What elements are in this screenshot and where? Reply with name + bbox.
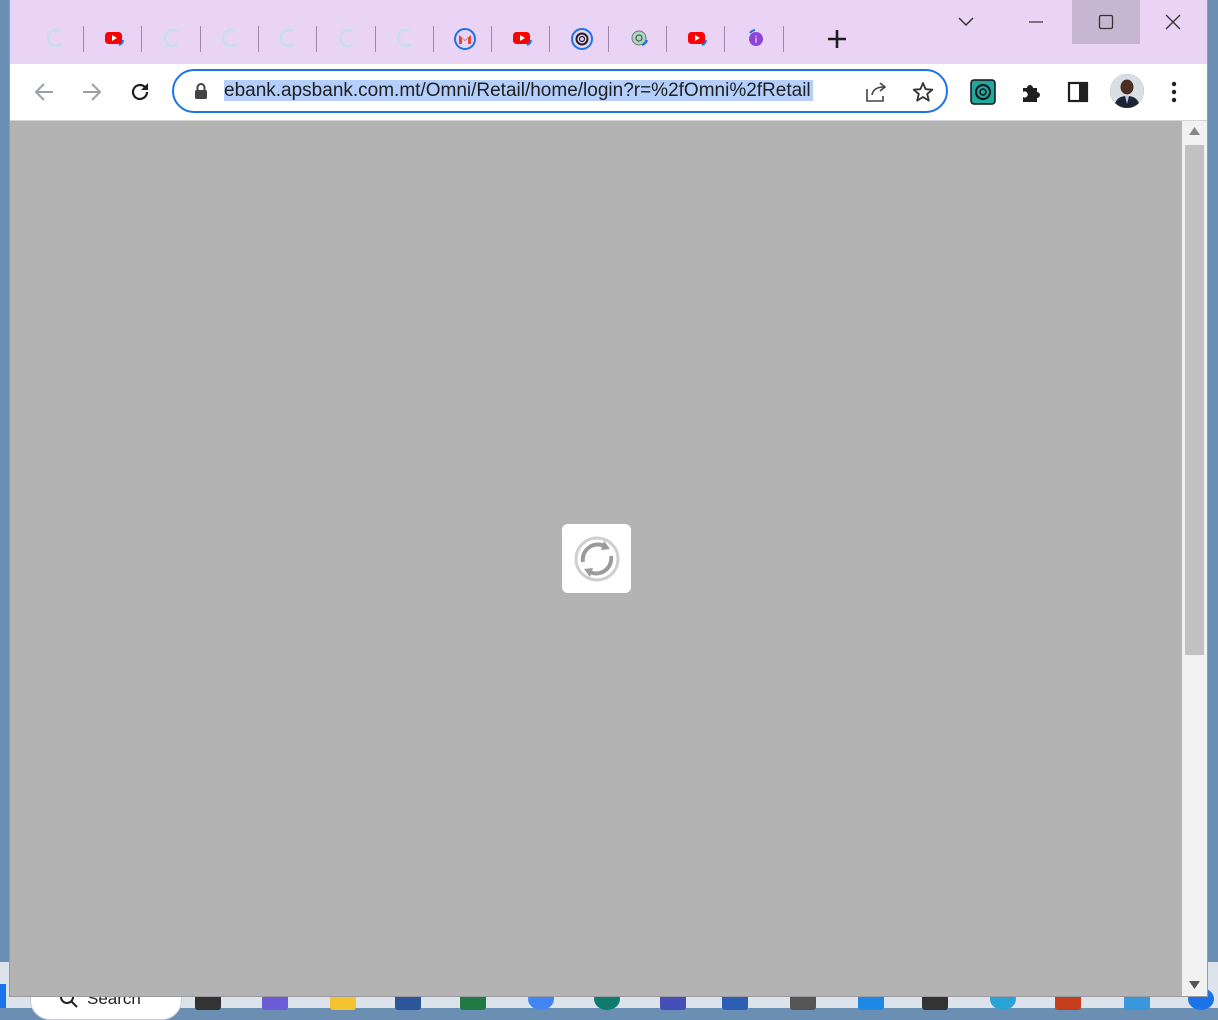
youtube-icon: [687, 28, 708, 48]
forward-button[interactable]: [76, 76, 108, 108]
browser-tab[interactable]: i: [726, 20, 784, 58]
browser-tab[interactable]: [551, 20, 609, 58]
lock-icon[interactable]: [194, 83, 208, 99]
scroll-up-arrow-icon[interactable]: [1189, 127, 1200, 135]
browser-tab[interactable]: [259, 20, 318, 58]
avatar-image: [1110, 74, 1144, 108]
gmail-icon: [454, 28, 477, 50]
side-panel-icon: [1067, 81, 1089, 103]
tab-strip: i: [10, 0, 1207, 64]
browser-window: i ebank.apsbank.com.mt/Omni/Retail/home/…: [10, 0, 1207, 996]
bookmark-button[interactable]: [908, 77, 938, 107]
restore-icon: [1098, 14, 1114, 30]
browser-tab[interactable]: [84, 20, 143, 58]
browser-tab[interactable]: [492, 20, 551, 58]
page-viewport: [10, 121, 1182, 996]
browser-tab[interactable]: [609, 20, 667, 58]
share-button[interactable]: [861, 77, 891, 107]
youtube-icon: [512, 28, 533, 48]
arrow-left-icon: [34, 83, 53, 101]
loading-icon: [46, 28, 66, 48]
puzzle-icon: [1023, 85, 1040, 102]
vertical-scrollbar[interactable]: [1182, 121, 1207, 996]
tab-separator: [782, 26, 784, 52]
minimize-button[interactable]: [1002, 0, 1070, 44]
chatgpt-icon: [629, 28, 649, 48]
reload-icon: [131, 83, 149, 101]
back-button[interactable]: [28, 76, 60, 108]
scroll-down-arrow-icon[interactable]: [1189, 981, 1200, 989]
loading-icon: [338, 28, 358, 48]
browser-tab[interactable]: [318, 20, 376, 58]
loading-icon: [396, 28, 416, 48]
chrome-menu-button[interactable]: [1158, 76, 1190, 108]
close-window-button[interactable]: [1139, 0, 1207, 44]
browser-tab[interactable]: [376, 20, 434, 58]
openai-icon: [570, 28, 593, 50]
close-icon: [1165, 14, 1181, 30]
extension-button[interactable]: [967, 76, 999, 108]
new-tab-button[interactable]: [820, 22, 854, 56]
extensions-button[interactable]: [1015, 76, 1047, 108]
more-vert-icon: [1171, 81, 1177, 103]
purple-app-icon: i: [746, 28, 766, 48]
browser-tab[interactable]: [201, 20, 259, 58]
star-icon: [912, 82, 934, 102]
profile-avatar[interactable]: [1110, 74, 1144, 108]
tab-search-button[interactable]: [932, 0, 1000, 44]
reload-button[interactable]: [124, 76, 156, 108]
browser-tab[interactable]: [434, 20, 493, 58]
chevron-down-icon: [958, 17, 974, 27]
side-panel-button[interactable]: [1062, 76, 1094, 108]
taskbar-edge-icon: [0, 984, 6, 1008]
browser-tab[interactable]: [26, 20, 84, 58]
maximize-button[interactable]: [1072, 0, 1140, 44]
browser-tab[interactable]: [667, 20, 726, 58]
arrow-right-icon: [83, 83, 102, 101]
loading-spinner-icon: [574, 536, 619, 581]
minimize-icon: [1029, 21, 1043, 23]
url-text[interactable]: ebank.apsbank.com.mt/Omni/Retail/home/lo…: [224, 80, 813, 101]
svg-text:i: i: [754, 35, 757, 46]
share-icon: [866, 82, 887, 102]
address-bar[interactable]: ebank.apsbank.com.mt/Omni/Retail/home/lo…: [172, 69, 948, 113]
url-text-container[interactable]: ebank.apsbank.com.mt/Omni/Retail/home/lo…: [224, 78, 850, 104]
chatgpt-extension-icon: [970, 79, 996, 105]
plus-icon: [828, 30, 846, 48]
loading-icon: [279, 28, 299, 48]
scrollbar-thumb[interactable]: [1185, 145, 1204, 655]
loading-spinner-box: [562, 524, 631, 593]
browser-toolbar: ebank.apsbank.com.mt/Omni/Retail/home/lo…: [10, 64, 1207, 121]
loading-icon: [163, 28, 183, 48]
loading-icon: [221, 28, 241, 48]
browser-tab[interactable]: [143, 20, 201, 58]
youtube-icon: [104, 28, 125, 48]
